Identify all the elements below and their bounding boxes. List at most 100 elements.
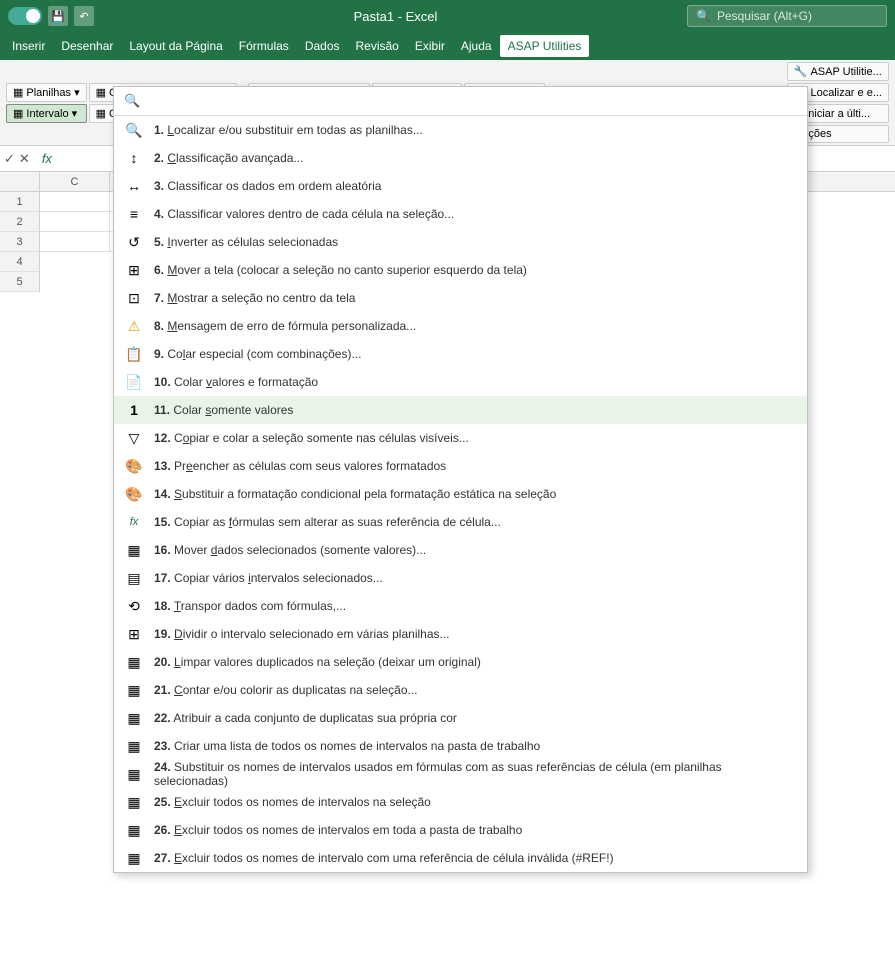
cell-c3[interactable] bbox=[40, 232, 110, 252]
item-text-17: 17. Copiar vários intervalos selecionado… bbox=[154, 571, 797, 585]
dropdown-item-5[interactable]: ↺ 5. Inverter as células selecionadas bbox=[114, 228, 807, 256]
dropdown-item-27[interactable]: ▦ 27. Excluir todos os nomes de interval… bbox=[114, 844, 807, 872]
dropdown-item-17[interactable]: ▤ 17. Copiar vários intervalos seleciona… bbox=[114, 564, 807, 592]
col-header-c[interactable]: C bbox=[40, 172, 110, 191]
dropdown-item-9[interactable]: 📋 9. Colar especial (com combinações)... bbox=[114, 340, 807, 368]
dropdown-search-input[interactable] bbox=[146, 94, 797, 108]
menu-item-formulas[interactable]: Fórmulas bbox=[231, 35, 297, 57]
ribbon-btn-asap[interactable]: 🔧 ASAP Utilitie... bbox=[787, 62, 889, 81]
dropdown-item-6[interactable]: ⊞ 6. Mover a tela (colocar a seleção no … bbox=[114, 256, 807, 284]
item-text-3: 3. Classificar os dados em ordem aleatór… bbox=[154, 179, 797, 193]
titlebar-controls: 💾 ↶ bbox=[8, 6, 94, 26]
cell-c1[interactable] bbox=[40, 192, 110, 212]
dropdown-item-13[interactable]: 🎨 13. Preencher as células com seus valo… bbox=[114, 452, 807, 480]
dropdown-item-16[interactable]: ▦ 16. Mover dados selecionados (somente … bbox=[114, 536, 807, 564]
item-text-7: 7. Mostrar a seleção no centro da tela bbox=[154, 291, 797, 305]
item-icon-23: ▦ bbox=[124, 736, 144, 756]
dropdown-item-12[interactable]: ▽ 12. Copiar e colar a seleção somente n… bbox=[114, 424, 807, 452]
dropdown-item-26[interactable]: ▦ 26. Excluir todos os nomes de interval… bbox=[114, 816, 807, 844]
item-icon-21: ▦ bbox=[124, 680, 144, 700]
item-text-15: 15. Copiar as fórmulas sem alterar as su… bbox=[154, 515, 797, 529]
search-icon: 🔍 bbox=[696, 9, 711, 23]
dropdown-item-21[interactable]: ▦ 21. Contar e/ou colorir as duplicatas … bbox=[114, 676, 807, 704]
item-icon-12: ▽ bbox=[124, 428, 144, 448]
dropdown-search-icon: 🔍 bbox=[124, 93, 140, 109]
toggle-switch[interactable] bbox=[8, 7, 42, 25]
item-text-12: 12. Copiar e colar a seleção somente nas… bbox=[154, 431, 797, 445]
dropdown-item-11[interactable]: 1 11. Colar somente valores bbox=[114, 396, 807, 424]
item-icon-27: ▦ bbox=[124, 848, 144, 868]
cell-c2[interactable] bbox=[40, 212, 110, 232]
dropdown-item-18[interactable]: ⟲ 18. Transpor dados com fórmulas,... bbox=[114, 592, 807, 620]
dropdown-item-4[interactable]: ≡ 4. Classificar valores dentro de cada … bbox=[114, 200, 807, 228]
dropdown-menu: 🔍 🔍 1. Localizar e/ou substituir em toda… bbox=[113, 86, 808, 873]
dropdown-item-7[interactable]: ⊡ 7. Mostrar a seleção no centro da tela bbox=[114, 284, 807, 312]
planilhas-icon: ▦ bbox=[13, 86, 23, 99]
search-bar[interactable]: 🔍 Pesquisar (Alt+G) bbox=[687, 5, 887, 27]
dropdown-item-20[interactable]: ▦ 20. Limpar valores duplicados na seleç… bbox=[114, 648, 807, 676]
objetos-icon: ▦ bbox=[96, 107, 106, 120]
item-icon-17: ▤ bbox=[124, 568, 144, 588]
item-icon-14: 🎨 bbox=[124, 484, 144, 504]
dropdown-item-8[interactable]: ⚠ 8. Mensagem de erro de fórmula persona… bbox=[114, 312, 807, 340]
row-num-2: 2 bbox=[0, 212, 40, 232]
item-text-1: 1. Localizar e/ou substituir em todas as… bbox=[154, 123, 797, 137]
row-num-3: 3 bbox=[0, 232, 40, 252]
undo-icon[interactable]: ↶ bbox=[74, 6, 94, 26]
menu-item-dados[interactable]: Dados bbox=[297, 35, 348, 57]
menu-item-desenhar[interactable]: Desenhar bbox=[53, 35, 121, 57]
menu-item-exibir[interactable]: Exibir bbox=[407, 35, 453, 57]
menu-item-ajuda[interactable]: Ajuda bbox=[453, 35, 500, 57]
item-icon-2: ↕ bbox=[124, 148, 144, 168]
titlebar: 💾 ↶ Pasta1 - Excel 🔍 Pesquisar (Alt+G) bbox=[0, 0, 895, 32]
item-text-22: 22. Atribuir a cada conjunto de duplicat… bbox=[154, 711, 797, 725]
colunas-icon: ▦ bbox=[96, 86, 106, 99]
item-text-9: 9. Colar especial (com combinações)... bbox=[154, 347, 797, 361]
item-icon-13: 🎨 bbox=[124, 456, 144, 476]
asap-icon: 🔧 bbox=[794, 65, 808, 78]
item-icon-18: ⟲ bbox=[124, 596, 144, 616]
dropdown-item-2[interactable]: ↕ 2. Classificação avançada... bbox=[114, 144, 807, 172]
dropdown-item-25[interactable]: ▦ 25. Excluir todos os nomes de interval… bbox=[114, 788, 807, 816]
dropdown-item-24[interactable]: ▦ 24. Substituir os nomes de intervalos … bbox=[114, 760, 807, 788]
item-icon-3: ↔ bbox=[124, 176, 144, 196]
item-text-2: 2. Classificação avançada... bbox=[154, 151, 797, 165]
item-text-20: 20. Limpar valores duplicados na seleção… bbox=[154, 655, 797, 669]
dropdown-item-23[interactable]: ▦ 23. Criar uma lista de todos os nomes … bbox=[114, 732, 807, 760]
formulabar-check[interactable]: ✓ ✕ bbox=[4, 151, 30, 167]
item-text-16: 16. Mover dados selecionados (somente va… bbox=[154, 543, 797, 557]
dropdown-item-19[interactable]: ⊞ 19. Dividir o intervalo selecionado em… bbox=[114, 620, 807, 648]
menu-item-asap[interactable]: ASAP Utilities bbox=[500, 35, 590, 57]
menu-item-inserir[interactable]: Inserir bbox=[4, 35, 53, 57]
fx-label: fx bbox=[42, 151, 52, 166]
item-text-10: 10. Colar valores e formatação bbox=[154, 375, 797, 389]
item-text-5: 5. Inverter as células selecionadas bbox=[154, 235, 797, 249]
item-text-8: 8. Mensagem de erro de fórmula personali… bbox=[154, 319, 797, 333]
dropdown-item-1[interactable]: 🔍 1. Localizar e/ou substituir em todas … bbox=[114, 116, 807, 144]
menu-item-revisao[interactable]: Revisão bbox=[348, 35, 407, 57]
item-icon-20: ▦ bbox=[124, 652, 144, 672]
item-icon-19: ⊞ bbox=[124, 624, 144, 644]
dropdown-item-15[interactable]: fx 15. Copiar as fórmulas sem alterar as… bbox=[114, 508, 807, 536]
dropdown-item-14[interactable]: 🎨 14. Substituir a formatação condiciona… bbox=[114, 480, 807, 508]
item-icon-4: ≡ bbox=[124, 204, 144, 224]
item-icon-22: ▦ bbox=[124, 708, 144, 728]
item-icon-7: ⊡ bbox=[124, 288, 144, 308]
intervalo-icon: ▦ bbox=[13, 107, 23, 120]
cross-icon[interactable]: ✕ bbox=[19, 151, 30, 167]
dropdown-search-row: 🔍 bbox=[114, 87, 807, 116]
item-text-24: 24. Substituir os nomes de intervalos us… bbox=[154, 760, 797, 788]
check-icon[interactable]: ✓ bbox=[4, 151, 15, 167]
menu-item-layout[interactable]: Layout da Página bbox=[121, 35, 230, 57]
item-text-26: 26. Excluir todos os nomes de intervalos… bbox=[154, 823, 797, 837]
save-icon[interactable]: 💾 bbox=[48, 6, 68, 26]
item-text-18: 18. Transpor dados com fórmulas,... bbox=[154, 599, 797, 613]
ribbon-btn-intervalo[interactable]: ▦ Intervalo ▾ bbox=[6, 104, 87, 123]
dropdown-item-10[interactable]: 📄 10. Colar valores e formatação bbox=[114, 368, 807, 396]
row-num-1: 1 bbox=[0, 192, 40, 212]
dropdown-item-22[interactable]: ▦ 22. Atribuir a cada conjunto de duplic… bbox=[114, 704, 807, 732]
item-icon-11: 1 bbox=[124, 400, 144, 420]
dropdown-item-3[interactable]: ↔ 3. Classificar os dados em ordem aleat… bbox=[114, 172, 807, 200]
ribbon-btn-planilhas[interactable]: ▦ Planilhas ▾ bbox=[6, 83, 87, 102]
item-icon-5: ↺ bbox=[124, 232, 144, 252]
